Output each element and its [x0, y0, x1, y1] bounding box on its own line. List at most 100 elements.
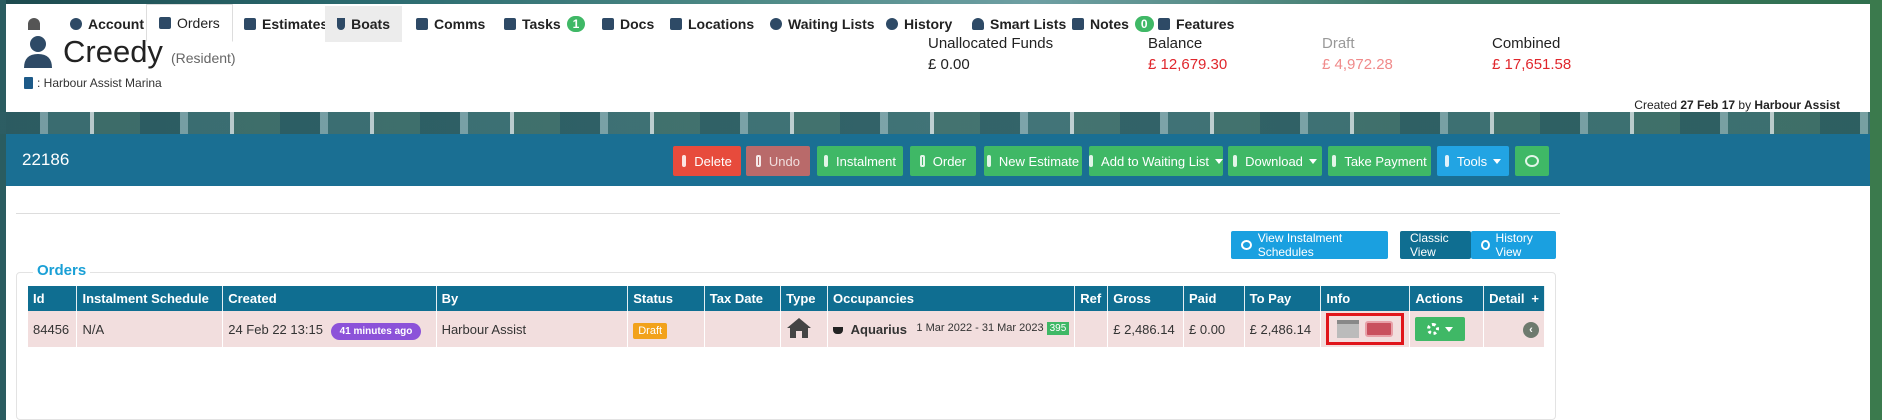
tab-tasks[interactable]: Tasks 1	[492, 6, 597, 42]
fund-label: Draft	[1322, 35, 1355, 52]
tab-waiting-lists[interactable]: Waiting Lists	[758, 6, 887, 42]
column-header[interactable]: Instalment Schedule	[76, 286, 224, 311]
waiting-list-label: Add to Waiting List	[1101, 153, 1209, 169]
archive-icon[interactable]	[1337, 320, 1360, 338]
column-header[interactable]: Tax Date	[704, 286, 782, 311]
cash-icon[interactable]	[1365, 321, 1394, 337]
column-header[interactable]: Paid	[1183, 286, 1245, 311]
tab-docs[interactable]: Docs	[590, 6, 666, 42]
created-by: Harbour Assist	[1754, 98, 1840, 112]
tab-label: Locations	[688, 16, 755, 32]
occupancy-dates-wrap: 1 Mar 2022 - 31 Mar 2023 395	[916, 321, 1070, 335]
order-info-cell	[1320, 311, 1411, 347]
tab-label: Estimates	[262, 16, 329, 32]
background-harbour-strip	[0, 112, 1882, 134]
record-id: 22186	[22, 150, 70, 169]
tab-dashboard[interactable]	[16, 6, 52, 42]
delete-button[interactable]: Delete	[673, 146, 741, 176]
marina-name[interactable]: : Harbour Assist Marina	[37, 76, 162, 90]
history-view-button[interactable]: History View	[1471, 231, 1556, 259]
order-to-pay: £ 2,486.14	[1244, 311, 1322, 347]
background-right	[1870, 0, 1882, 420]
money-icon	[1332, 155, 1337, 167]
order-by: Harbour Assist	[436, 311, 629, 347]
order-type-cell	[780, 311, 828, 347]
question-icon	[986, 155, 991, 167]
new-estimate-button[interactable]: New Estimate	[984, 146, 1082, 176]
column-header[interactable]: Ref	[1074, 286, 1109, 311]
building-icon	[24, 77, 33, 89]
take-payment-button[interactable]: Take Payment	[1328, 146, 1431, 176]
tab-label: Comms	[434, 16, 486, 32]
order-button[interactable]: Order	[910, 146, 976, 176]
chevron-down-icon	[1445, 326, 1454, 332]
download-label: Download	[1245, 153, 1303, 169]
created-by-word: by	[1738, 98, 1752, 112]
detail-header-label: Detail	[1489, 291, 1525, 306]
column-header[interactable]: Status	[627, 286, 705, 311]
chevron-down-icon	[1308, 158, 1317, 164]
created-date: 27 Feb 17	[1680, 98, 1736, 112]
undo-button[interactable]: Undo	[746, 146, 810, 176]
classic-view-button[interactable]: Classic View	[1400, 231, 1471, 259]
column-header[interactable]: Type	[780, 286, 828, 311]
gear-icon	[1427, 323, 1440, 335]
tab-locations[interactable]: Locations	[658, 6, 766, 42]
tools-button[interactable]: Tools	[1437, 146, 1509, 176]
created-prefix: Created	[1634, 98, 1677, 112]
tab-label: Account	[88, 16, 144, 32]
tab-comms[interactable]: Comms	[404, 6, 497, 42]
tab-label: Waiting Lists	[788, 16, 875, 32]
download-icon	[1233, 155, 1238, 167]
instalment-label: Instalment	[836, 153, 896, 169]
classic-view-label: Classic View	[1410, 231, 1449, 259]
column-header[interactable]: Created	[222, 286, 437, 311]
add-to-waiting-list-button[interactable]: Add to Waiting List	[1089, 146, 1223, 176]
order-created: 24 Feb 22 13:15	[228, 321, 323, 337]
table-row[interactable]: 84456 N/A 24 Feb 22 13:15 41 minutes ago…	[28, 311, 1545, 347]
tab-history[interactable]: History	[874, 6, 964, 42]
occupancy-boat-name[interactable]: Aquarius	[851, 322, 907, 337]
order-id[interactable]: 84456	[28, 311, 78, 347]
fund-combined: Combined £ 17,651.58	[1492, 35, 1571, 73]
tab-boats[interactable]: Boats	[325, 6, 402, 42]
view-instalment-schedules-button[interactable]: View Instalment Schedules	[1231, 231, 1388, 259]
order-status-cell: Draft	[627, 311, 705, 347]
note-icon	[1072, 18, 1084, 30]
gear-icon	[1525, 155, 1539, 167]
tab-estimates[interactable]: Estimates	[232, 6, 340, 42]
settings-button[interactable]	[1515, 146, 1549, 176]
order-occupancy-cell: Aquarius 1 Mar 2022 - 31 Mar 2023 395	[827, 311, 1076, 347]
column-header[interactable]: Actions	[1409, 286, 1485, 311]
undo-icon	[756, 155, 761, 167]
actions-dropdown-button[interactable]	[1415, 317, 1466, 341]
column-header[interactable]: By	[436, 286, 629, 311]
new-estimate-label: New Estimate	[998, 153, 1080, 169]
tab-features[interactable]: Features	[1146, 6, 1246, 42]
expand-detail-icon[interactable]: ‹	[1523, 321, 1539, 338]
column-header[interactable]: Gross	[1107, 286, 1185, 311]
tasks-count-badge: 1	[566, 16, 586, 32]
tab-account[interactable]: Account	[58, 6, 156, 42]
checklist-icon	[504, 18, 516, 30]
tab-label: Features	[1176, 16, 1235, 32]
column-header[interactable]: Info	[1320, 286, 1411, 311]
tab-label: Tasks	[522, 16, 561, 32]
history-icon	[886, 18, 898, 30]
column-header[interactable]: Id	[28, 286, 78, 311]
ship-icon	[337, 18, 346, 30]
fund-label: Combined	[1492, 35, 1561, 52]
instalment-button[interactable]: Instalment	[817, 146, 903, 176]
bed-icon	[670, 18, 682, 30]
column-header-detail[interactable]: Detail +	[1483, 286, 1545, 311]
add-column-button[interactable]: +	[1531, 291, 1539, 306]
tab-orders[interactable]: Orders	[146, 4, 233, 42]
tabs-divider	[16, 213, 1560, 214]
info-highlight	[1326, 313, 1405, 345]
download-button[interactable]: Download	[1228, 146, 1322, 176]
refresh-icon	[824, 155, 829, 167]
column-header[interactable]: To Pay	[1244, 286, 1322, 311]
column-header[interactable]: Occupancies	[827, 286, 1076, 311]
order-created-cell: 24 Feb 22 13:15 41 minutes ago	[222, 311, 437, 347]
take-payment-label: Take Payment	[1344, 153, 1427, 169]
